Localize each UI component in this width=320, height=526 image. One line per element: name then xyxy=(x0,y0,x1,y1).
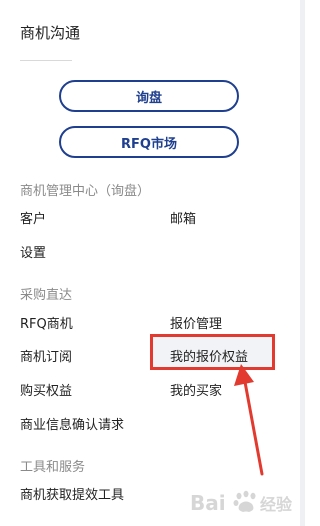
baidu-watermark-logo: Bai 经验 xyxy=(190,490,293,515)
annotation-arrow-icon xyxy=(234,364,264,476)
svg-text:Bai: Bai xyxy=(190,491,226,515)
svg-text:经验: 经验 xyxy=(260,495,293,514)
